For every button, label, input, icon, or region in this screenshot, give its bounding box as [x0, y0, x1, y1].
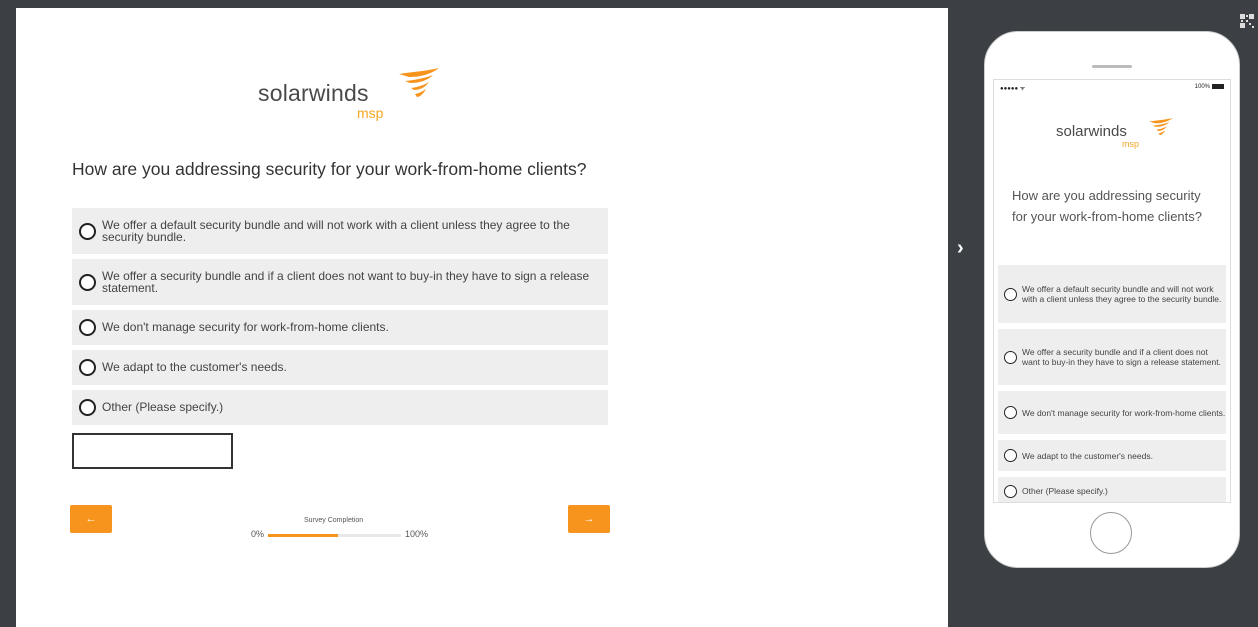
option-label: We adapt to the customer's needs. — [102, 360, 287, 375]
chevron-right-icon[interactable]: › — [957, 237, 964, 260]
progress-fill — [268, 534, 339, 537]
qr-code-icon[interactable] — [1240, 14, 1254, 28]
answer-options: We offer a default security bundle and w… — [72, 208, 608, 430]
mobile-option-no-security[interactable]: We don't manage security for work-from-h… — [998, 391, 1226, 434]
battery-icon — [1212, 84, 1224, 89]
logo-sub: msp — [357, 105, 384, 121]
next-button[interactable]: → — [568, 505, 610, 533]
solarwinds-logo: solarwinds msp — [258, 68, 439, 138]
radio-button[interactable] — [79, 399, 96, 416]
home-button[interactable] — [1090, 512, 1132, 554]
mobile-question: How are you addressing security for your… — [1012, 188, 1202, 224]
radio-button[interactable] — [1004, 449, 1017, 462]
option-label: We offer a security bundle and if a clie… — [1022, 347, 1221, 367]
flame-icon — [399, 68, 439, 97]
mobile-option-other[interactable]: Other (Please specify.) — [998, 477, 1226, 502]
survey-panel: solarwinds msp How are you addressing se… — [16, 8, 948, 627]
radio-button[interactable] — [79, 359, 96, 376]
progress-min-label: 0% — [251, 529, 265, 539]
survey-question: How are you addressing security for your… — [72, 159, 587, 179]
other-specify-input[interactable] — [72, 433, 233, 469]
signal-indicator: ●●●●● ᯤ — [1000, 86, 1026, 92]
option-label: We don't manage security for work-from-h… — [102, 320, 389, 335]
radio-button[interactable] — [1004, 287, 1017, 301]
phone-speaker — [1092, 65, 1132, 68]
battery-status: 100% — [1195, 84, 1224, 90]
option-label: We adapt to the customer's needs. — [1022, 450, 1153, 461]
radio-button[interactable] — [1004, 406, 1017, 419]
option-label: We don't manage security for work-from-h… — [1022, 407, 1226, 418]
option-label: We offer a security bundle and if a clie… — [102, 268, 590, 295]
mobile-preview: ●●●●● ᯤ 100% solarwinds msp How are you … — [984, 31, 1240, 568]
mobile-option-adapt[interactable]: We adapt to the customer's needs. — [998, 440, 1226, 471]
left-strip — [0, 0, 16, 627]
battery-percent: 100% — [1194, 84, 1210, 91]
option-label: We offer a default security bundle and w… — [102, 217, 570, 244]
mobile-answer-options: We offer a default security bundle and w… — [998, 265, 1226, 502]
option-release-statement[interactable]: We offer a security bundle and if a clie… — [72, 259, 608, 305]
mobile-option-default-bundle[interactable]: We offer a default security bundle and w… — [998, 265, 1226, 323]
top-strip — [0, 0, 948, 8]
previous-button[interactable]: ← — [70, 505, 112, 533]
option-other[interactable]: Other (Please specify.) — [72, 390, 608, 425]
flame-icon — [1149, 118, 1173, 136]
option-label: Other (Please specify.) — [102, 400, 224, 415]
option-label: Other (Please specify.) — [1022, 486, 1108, 496]
radio-button[interactable] — [79, 273, 96, 291]
progress-label: Survey Completion — [304, 517, 364, 524]
option-no-security[interactable]: We don't manage security for work-from-h… — [72, 310, 608, 345]
mobile-option-release-statement[interactable]: We offer a security bundle and if a clie… — [998, 329, 1226, 385]
option-adapt[interactable]: We adapt to the customer's needs. — [72, 350, 608, 385]
progress-bar — [268, 534, 401, 537]
radio-button[interactable] — [79, 319, 96, 336]
logo-sub: msp — [1122, 139, 1140, 149]
mobile-logo: solarwinds msp — [1056, 118, 1176, 158]
logo-wordmark: solarwinds — [1056, 123, 1127, 140]
option-default-bundle[interactable]: We offer a default security bundle and w… — [72, 208, 608, 254]
logo-wordmark: solarwinds — [258, 80, 369, 106]
radio-button[interactable] — [1004, 350, 1017, 364]
phone-screen: ●●●●● ᯤ 100% solarwinds msp How are you … — [993, 79, 1231, 503]
progress-max-label: 100% — [405, 529, 429, 539]
radio-button[interactable] — [1004, 484, 1017, 498]
radio-button[interactable] — [79, 222, 96, 240]
option-label: We offer a default security bundle and w… — [1022, 284, 1222, 304]
